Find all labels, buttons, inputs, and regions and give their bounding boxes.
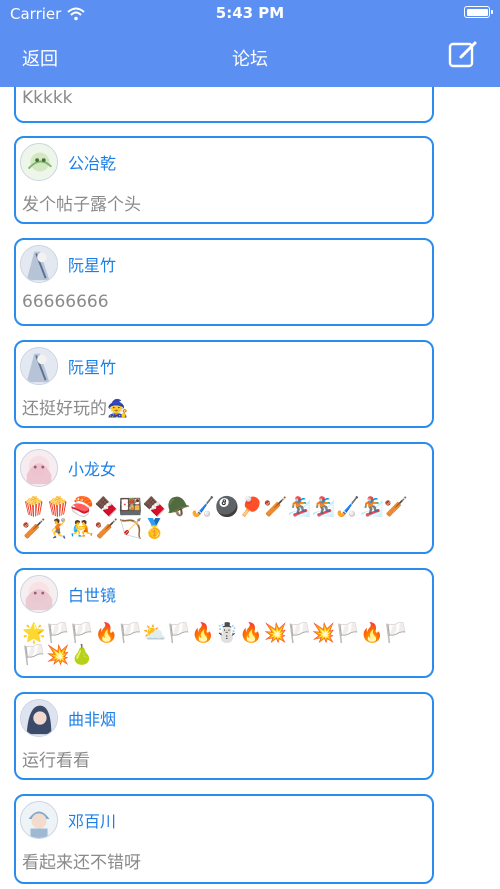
avatar-icon[interactable]: [20, 801, 58, 839]
post-card[interactable]: 公冶乾 发个帖子露个头: [14, 136, 434, 224]
avatar-icon[interactable]: [20, 449, 58, 487]
avatar-icon[interactable]: [20, 245, 58, 283]
author-name[interactable]: 阮星竹: [68, 252, 116, 276]
post-card[interactable]: 邓百川 看起来还不错呀: [14, 794, 434, 884]
author-name[interactable]: 阮星竹: [68, 354, 116, 378]
post-content: 运行看看: [22, 751, 90, 771]
post-header: 小龙女: [20, 448, 116, 488]
status-bar: Carrier 5:43 PM: [0, 0, 500, 28]
author-name[interactable]: 白世镜: [68, 582, 116, 606]
post-header: 白世镜: [20, 574, 116, 614]
back-button[interactable]: 返回: [22, 45, 58, 71]
forum-post-list[interactable]: Kkkkk 公冶乾 发个帖子露个头 阮星竹 66666666 阮星竹 还挺好玩的…: [0, 0, 500, 889]
post-header: 邓百川: [20, 800, 116, 840]
post-card[interactable]: 阮星竹 66666666: [14, 238, 434, 326]
avatar-icon[interactable]: [20, 575, 58, 613]
post-card[interactable]: 阮星竹 还挺好玩的🧙: [14, 340, 434, 428]
author-name[interactable]: 公冶乾: [68, 150, 116, 174]
post-header: 阮星竹: [20, 244, 116, 284]
post-header: 阮星竹: [20, 346, 116, 386]
post-content: 发个帖子露个头: [22, 195, 141, 215]
post-content: 66666666: [22, 292, 109, 312]
author-name[interactable]: 邓百川: [68, 808, 116, 832]
status-time: 5:43 PM: [215, 4, 285, 22]
post-content: 还挺好玩的🧙: [22, 399, 129, 419]
battery-icon: [464, 6, 493, 18]
avatar-icon[interactable]: [20, 347, 58, 385]
navigation-bar: Carrier 5:43 PM 返回 论坛: [0, 0, 500, 87]
post-card[interactable]: 曲非烟 运行看看: [14, 692, 434, 780]
author-name[interactable]: 小龙女: [68, 456, 116, 480]
avatar-icon[interactable]: [20, 143, 58, 181]
post-card[interactable]: 小龙女 🍿🍿🍣🍫🍱🍫🪖🏑🎱🏓🏏🏂🏂🏑🏂🏏🏏🤾🤼🏏🏹🥇: [14, 442, 434, 554]
compose-icon[interactable]: [448, 40, 478, 70]
post-content: 看起来还不错呀: [22, 853, 141, 873]
avatar-icon[interactable]: [20, 699, 58, 737]
author-name[interactable]: 曲非烟: [68, 706, 116, 730]
post-header: 公冶乾: [20, 142, 116, 182]
post-card[interactable]: 白世镜 🌟🏳️🏳️🔥🏳️⛅🏳️🔥☃️🔥💥🏳️💥🏳️🔥🏳️🏳️💥🍐: [14, 568, 434, 678]
post-content: Kkkkk: [22, 88, 73, 108]
post-content: 🌟🏳️🏳️🔥🏳️⛅🏳️🔥☃️🔥💥🏳️💥🏳️🔥🏳️🏳️💥🍐: [22, 622, 409, 666]
post-content: 🍿🍿🍣🍫🍱🍫🪖🏑🎱🏓🏏🏂🏂🏑🏂🏏🏏🤾🤼🏏🏹🥇: [22, 496, 409, 540]
page-title: 论坛: [232, 49, 268, 70]
post-header: 曲非烟: [20, 698, 116, 738]
